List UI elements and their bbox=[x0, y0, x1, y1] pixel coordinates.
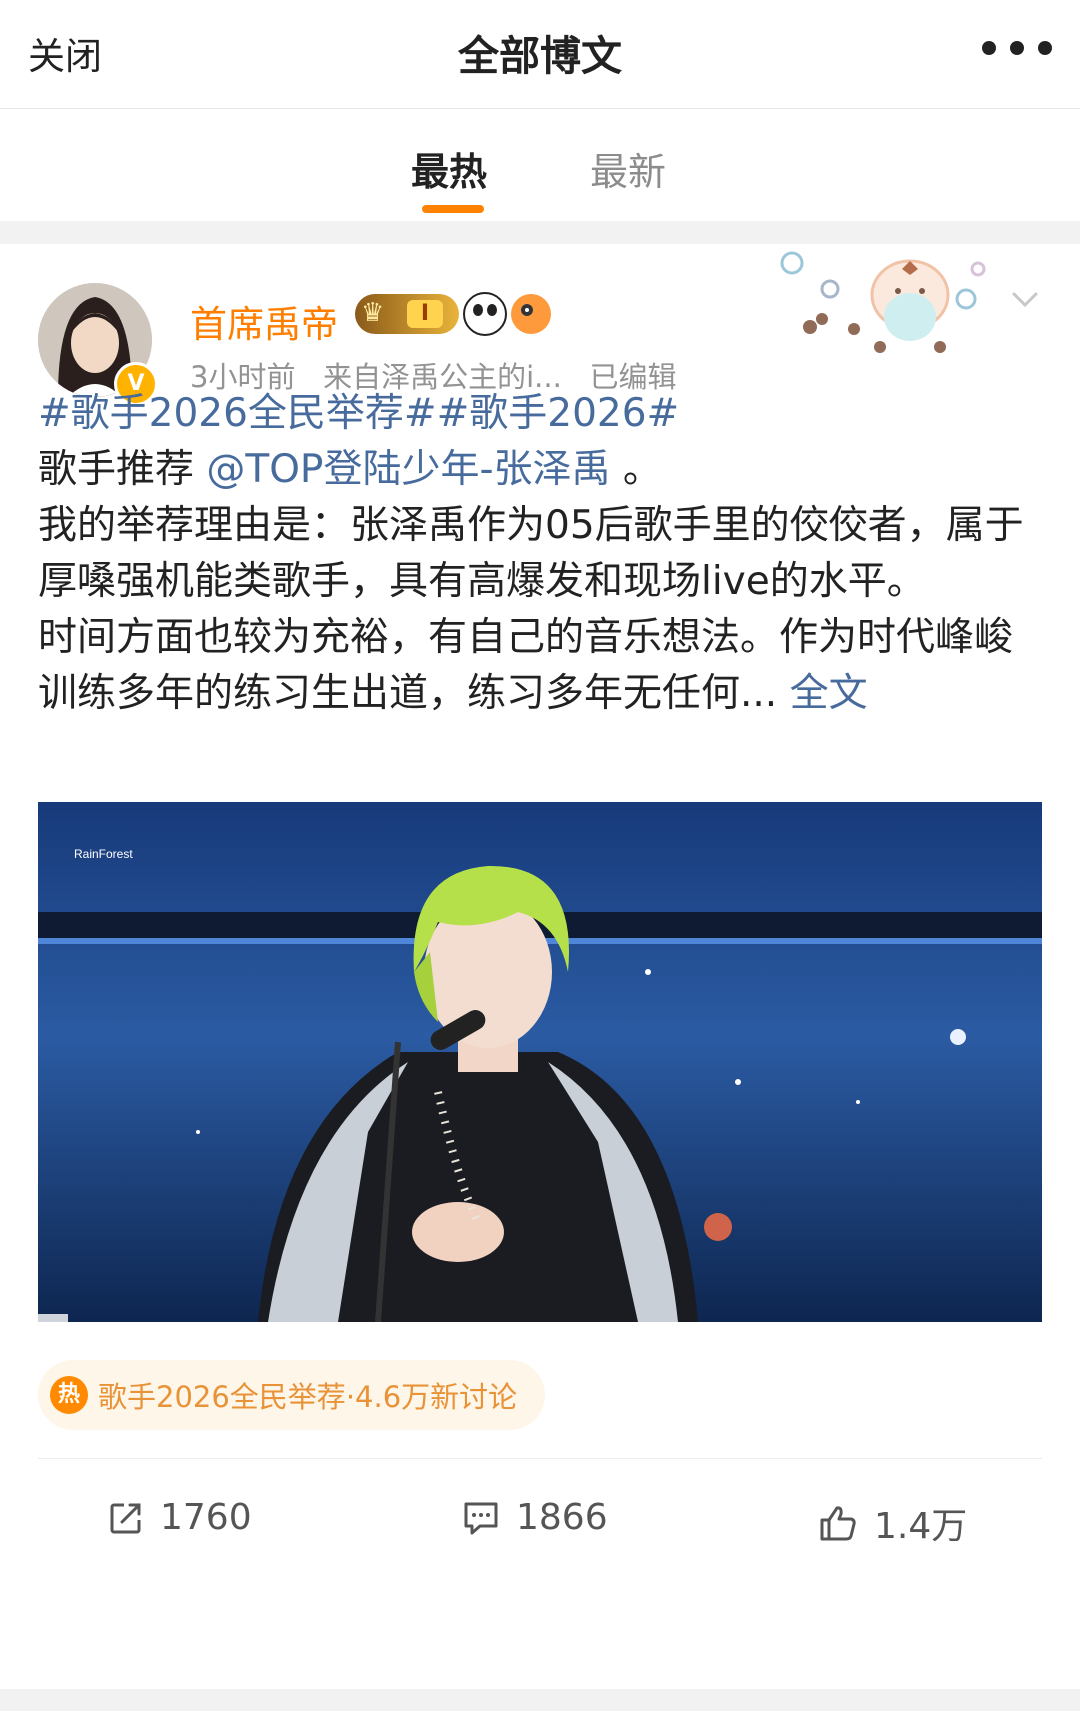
page-bottom-strip bbox=[0, 1689, 1080, 1711]
sort-tabs: 最热 最新 bbox=[0, 109, 1080, 221]
topic-name: 歌手2026全民举荐 bbox=[98, 1380, 346, 1414]
thumbs-up-icon bbox=[820, 1506, 856, 1541]
active-tab-indicator bbox=[422, 205, 484, 213]
tab-hottest[interactable]: 最热 bbox=[411, 141, 487, 196]
user-name[interactable]: 首席禹帝 bbox=[190, 294, 338, 348]
topic-chip[interactable]: 热 歌手2026全民举荐·4.6万新讨论 bbox=[38, 1360, 546, 1430]
member-crown-icon[interactable]: ♛ I bbox=[355, 294, 459, 334]
mention-link[interactable]: @TOP登陆少年-张泽禹 bbox=[206, 447, 610, 492]
like-button[interactable]: 1.4万 bbox=[818, 1497, 967, 1549]
comment-button[interactable]: 1866 bbox=[462, 1497, 608, 1538]
hashtag-link[interactable]: #歌手2026全民举荐##歌手2026# bbox=[38, 391, 679, 436]
page-title: 全部博文 bbox=[458, 32, 622, 80]
topic-stat: 4.6万新讨论 bbox=[355, 1380, 518, 1414]
post-text-segment: 。 bbox=[610, 447, 662, 492]
decorative-sticker-icon bbox=[780, 251, 986, 353]
chevron-down-icon[interactable] bbox=[1010, 284, 1040, 314]
image-watermark: RainForest bbox=[74, 847, 133, 861]
comment-icon bbox=[464, 1502, 498, 1534]
panda-badge-icon[interactable] bbox=[463, 292, 507, 336]
comment-count: 1866 bbox=[516, 1497, 608, 1538]
hot-topic-icon: 热 bbox=[50, 1376, 88, 1414]
topic-separator: · bbox=[345, 1380, 356, 1414]
tab-latest[interactable]: 最新 bbox=[590, 141, 666, 196]
like-count: 1.4万 bbox=[874, 1506, 968, 1547]
action-bar: 1760 1866 1.4万 bbox=[0, 1459, 1080, 1587]
top-bar: 关闭 全部博文 bbox=[0, 0, 1080, 109]
post-paragraph: 我的举荐理由是：张泽禹作为05后歌手里的佼佼者，属于厚嗓强机能类歌手，具有高爆发… bbox=[38, 503, 1024, 604]
more-options-icon[interactable] bbox=[982, 30, 1052, 66]
member-level: I bbox=[407, 300, 443, 328]
post-card: V 首席禹帝 ♛ I 3小时前 来自泽禹公主的i... 已编辑 #歌手2026全… bbox=[0, 244, 1080, 1689]
fish-badge-icon[interactable] bbox=[511, 294, 551, 334]
post-text-segment: 歌手推荐 bbox=[38, 447, 207, 492]
post-video-thumbnail[interactable]: RainForest bbox=[38, 802, 1042, 1322]
full-text-link[interactable]: 全文 bbox=[777, 671, 868, 716]
repost-icon bbox=[110, 1503, 141, 1533]
performer-image: RainForest bbox=[38, 802, 1042, 1322]
repost-button[interactable]: 1760 bbox=[108, 1497, 252, 1538]
repost-count: 1760 bbox=[160, 1497, 252, 1538]
post-text: #歌手2026全民举荐##歌手2026# 歌手推荐 @TOP登陆少年-张泽禹 。… bbox=[38, 386, 1048, 722]
user-badges: ♛ I bbox=[355, 292, 551, 336]
